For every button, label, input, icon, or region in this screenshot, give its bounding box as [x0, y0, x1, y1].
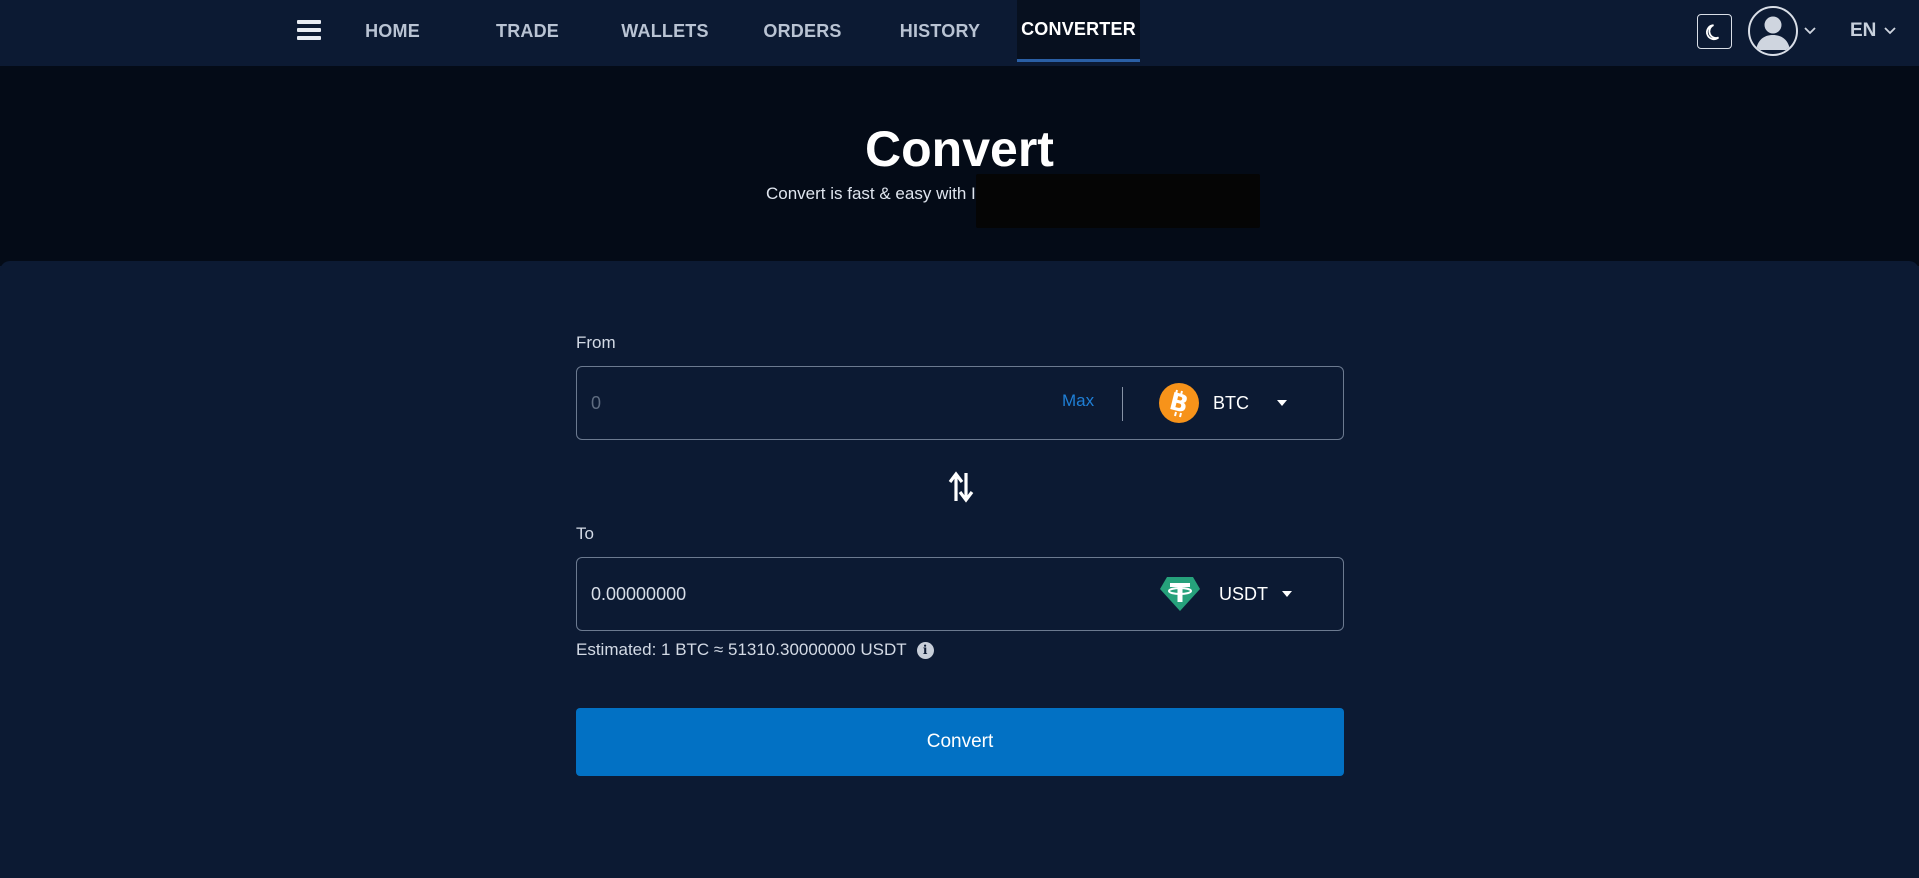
- top-navbar: HOME TRADE WALLETS ORDERS HISTORY CONVER…: [0, 0, 1919, 66]
- nav-home[interactable]: HOME: [340, 0, 445, 62]
- from-coin-name: BTC: [1213, 392, 1249, 413]
- max-button[interactable]: Max: [1062, 391, 1094, 411]
- from-amount-input[interactable]: [591, 367, 1071, 439]
- field-divider: [1122, 387, 1123, 421]
- from-field: Max B BTC: [576, 366, 1344, 440]
- swap-button[interactable]: [944, 470, 978, 504]
- convert-button[interactable]: Convert: [576, 708, 1344, 776]
- to-label: To: [576, 524, 594, 543]
- nav-converter[interactable]: CONVERTER: [1017, 0, 1140, 62]
- nav-history[interactable]: HISTORY: [885, 0, 995, 62]
- info-icon[interactable]: i: [916, 641, 934, 659]
- user-avatar-icon: [1748, 6, 1798, 56]
- to-coin-selector[interactable]: USDT: [1159, 558, 1292, 630]
- page-title: Convert: [865, 121, 1054, 177]
- main-nav: HOME TRADE WALLETS ORDERS HISTORY CONVER…: [340, 0, 1140, 62]
- nav-wallets[interactable]: WALLETS: [610, 0, 720, 62]
- to-amount-input[interactable]: [591, 558, 1071, 630]
- chevron-down-icon: [1884, 27, 1897, 35]
- to-coin-name: USDT: [1219, 583, 1268, 604]
- rate-estimate-text: Estimated: 1 BTC ≈ 51310.30000000 USDT: [576, 640, 907, 659]
- swap-arrows-icon: [948, 471, 974, 503]
- page-subtitle: Convert is fast & easy with I: [766, 184, 976, 203]
- caret-down-icon: [1282, 591, 1292, 597]
- rate-estimate: Estimated: 1 BTC ≈ 51310.30000000 USDT i: [576, 640, 934, 660]
- redacted-block: [976, 174, 1260, 228]
- bitcoin-icon: B: [1159, 383, 1199, 423]
- language-label: EN: [1850, 20, 1877, 41]
- chevron-down-icon: [1804, 27, 1816, 35]
- moon-icon: [1705, 23, 1719, 40]
- nav-trade[interactable]: TRADE: [445, 0, 610, 62]
- caret-down-icon: [1277, 400, 1287, 406]
- theme-toggle-button[interactable]: [1697, 14, 1732, 49]
- tether-icon: [1160, 577, 1200, 611]
- from-label: From: [576, 333, 616, 352]
- nav-orders[interactable]: ORDERS: [720, 0, 885, 62]
- hamburger-icon[interactable]: [297, 18, 321, 42]
- language-selector[interactable]: EN: [1850, 0, 1897, 62]
- from-coin-selector[interactable]: B BTC: [1159, 367, 1287, 439]
- hero-banner: Convert Convert is fast & easy with I: [0, 66, 1919, 266]
- profile-menu[interactable]: [1748, 6, 1816, 56]
- to-field: USDT: [576, 557, 1344, 631]
